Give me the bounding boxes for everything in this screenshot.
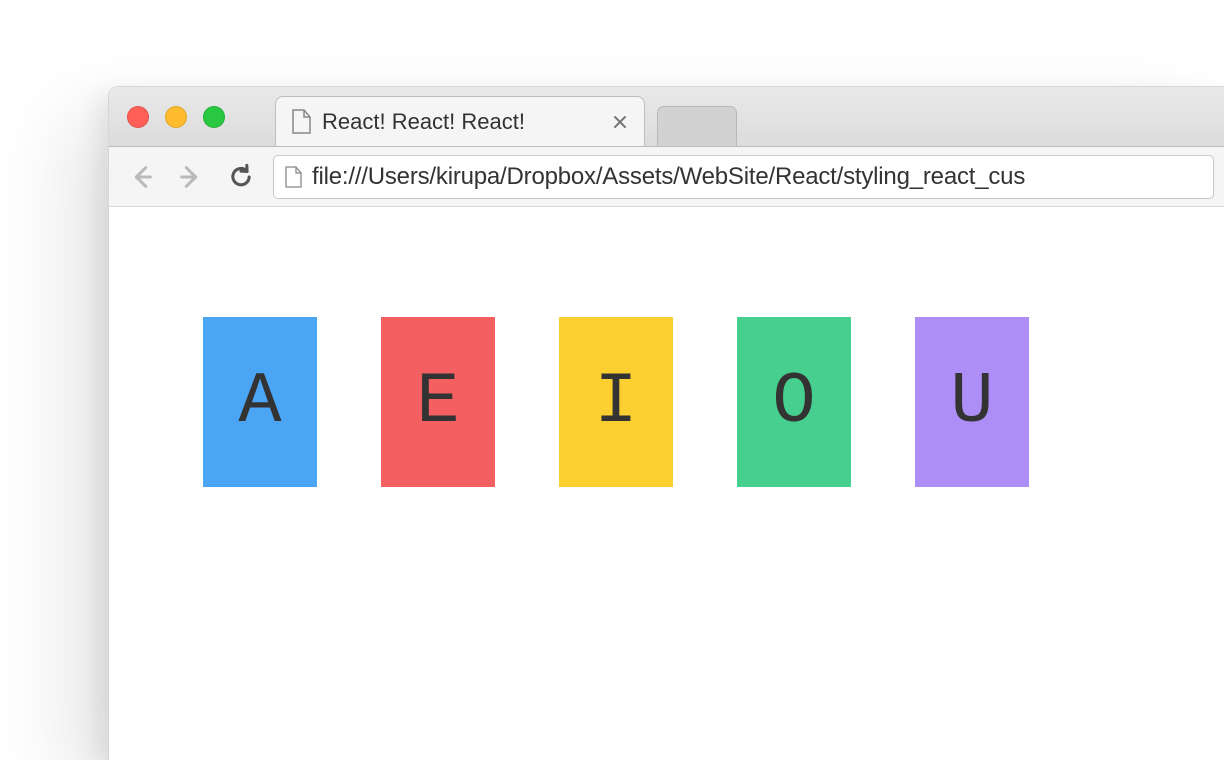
window-controls: [127, 106, 225, 128]
reload-button[interactable]: [219, 155, 263, 199]
letter-card: E: [381, 317, 495, 487]
window-minimize-button[interactable]: [165, 106, 187, 128]
letter-card: U: [915, 317, 1029, 487]
back-button[interactable]: [119, 155, 163, 199]
file-icon: [290, 109, 312, 135]
browser-window: React! React! React! file:///Users/kirup…: [108, 86, 1224, 760]
window-maximize-button[interactable]: [203, 106, 225, 128]
forward-button[interactable]: [169, 155, 213, 199]
browser-tab[interactable]: React! React! React!: [275, 96, 645, 146]
window-close-button[interactable]: [127, 106, 149, 128]
tab-close-button[interactable]: [610, 112, 630, 132]
new-tab-stub[interactable]: [657, 106, 737, 146]
tab-bar: React! React! React!: [109, 87, 1224, 147]
file-icon: [284, 166, 302, 188]
url-text: file:///Users/kirupa/Dropbox/Assets/WebS…: [312, 163, 1025, 191]
toolbar: file:///Users/kirupa/Dropbox/Assets/WebS…: [109, 147, 1224, 207]
address-bar[interactable]: file:///Users/kirupa/Dropbox/Assets/WebS…: [273, 155, 1214, 199]
page-content: A E I O U: [109, 207, 1224, 487]
letter-card: O: [737, 317, 851, 487]
letter-card: I: [559, 317, 673, 487]
tab-title: React! React! React!: [322, 109, 600, 135]
letter-card: A: [203, 317, 317, 487]
